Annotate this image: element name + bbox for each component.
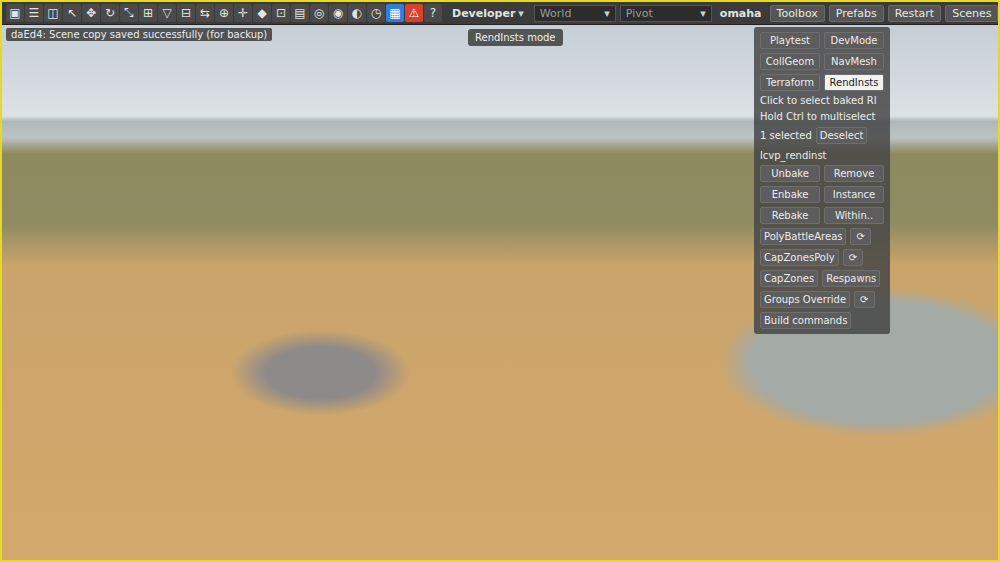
tool-button[interactable]: CapZonesPoly <box>760 249 839 266</box>
toolbar-icon[interactable]: ⚠ <box>405 4 423 22</box>
toolbar-icon[interactable]: ◷ <box>367 4 385 22</box>
toolbar-button[interactable]: Scenes <box>945 5 998 22</box>
ri-button[interactable]: Enbake <box>760 186 820 203</box>
mode-panel: PlaytestDevModeCollGeomNavMeshTerraformR… <box>754 27 890 334</box>
tool-button[interactable]: PolyBattleAreas <box>760 228 846 245</box>
toolbar-icon[interactable]: ? <box>424 4 442 22</box>
selection-count: 1 selected <box>760 130 812 141</box>
toolbar-icon[interactable]: ↖ <box>63 4 81 22</box>
coord-dropdown[interactable]: Pivot▾ <box>620 5 712 22</box>
ri-button[interactable]: Remove <box>824 165 884 182</box>
toolbar-icon[interactable]: ↻ <box>101 4 119 22</box>
toolbar-icon[interactable]: ⊟ <box>177 4 195 22</box>
deselect-button[interactable]: Deselect <box>816 127 868 144</box>
refresh-icon[interactable]: ⟳ <box>850 228 870 245</box>
editor-window: ▣☰◫↖✥↻⤡⊞▽⊟⇆⊕✛◆⊡▤◎◉◐◷▦⚠?Developer▾World▾P… <box>0 0 1000 562</box>
toolbar-icon[interactable]: ☰ <box>25 4 43 22</box>
ri-button[interactable]: Rebake <box>760 207 820 224</box>
coord-dropdown[interactable]: World▾ <box>534 5 616 22</box>
ri-button[interactable]: Within.. <box>824 207 884 224</box>
tool-button[interactable]: Respawns <box>822 270 880 287</box>
ri-button[interactable]: Instance <box>824 186 884 203</box>
toolbar-icon[interactable]: ⤡ <box>120 4 138 22</box>
toolbar-icons: ▣☰◫↖✥↻⤡⊞▽⊟⇆⊕✛◆⊡▤◎◉◐◷▦⚠? <box>6 4 442 22</box>
tool-button[interactable]: Build commands <box>760 312 851 329</box>
toolbar-icon[interactable]: ◎ <box>310 4 328 22</box>
mode-tooltip: RendInsts mode <box>468 29 563 46</box>
toolbar-button[interactable]: Toolbox <box>770 5 825 22</box>
toolbar-icon[interactable]: ⊕ <box>215 4 233 22</box>
toolbar-icon[interactable]: ▽ <box>158 4 176 22</box>
toolbar-icon[interactable]: ✥ <box>82 4 100 22</box>
refresh-icon[interactable]: ⟳ <box>854 291 874 308</box>
status-message: daEd4: Scene copy saved successfully (fo… <box>6 28 272 41</box>
toolbar-button[interactable]: Restart <box>888 5 942 22</box>
mode-button[interactable]: CollGeom <box>760 53 820 70</box>
toolbar-icon[interactable]: ◐ <box>348 4 366 22</box>
toolbar-icon[interactable]: ▦ <box>386 4 404 22</box>
toolbar-icon[interactable]: ◫ <box>44 4 62 22</box>
hint-text: Hold Ctrl to multiselect <box>760 111 884 123</box>
scene-viewport[interactable]: daEd4: Scene copy saved successfully (fo… <box>2 25 998 560</box>
toolbar-icon[interactable]: ✛ <box>234 4 252 22</box>
toolbar-icon[interactable]: ⊞ <box>139 4 157 22</box>
mode-button[interactable]: DevMode <box>824 32 884 49</box>
mode-button[interactable]: Terraform <box>760 74 820 91</box>
refresh-icon[interactable]: ⟳ <box>843 249 863 266</box>
tool-button[interactable]: Groups Override <box>760 291 850 308</box>
toolbar-icon[interactable]: ▣ <box>6 4 24 22</box>
mode-menu[interactable]: Developer▾ <box>446 7 530 20</box>
object-name: lcvp_rendinst <box>760 150 884 161</box>
scene-name: omaha <box>720 7 766 20</box>
mode-button[interactable]: RendInsts <box>824 74 884 91</box>
toolbar-icon[interactable]: ▤ <box>291 4 309 22</box>
toolbar-icon[interactable]: ◉ <box>329 4 347 22</box>
toolbar-icon[interactable]: ⊡ <box>272 4 290 22</box>
toolbar-icon[interactable]: ◆ <box>253 4 271 22</box>
mode-button[interactable]: NavMesh <box>824 53 884 70</box>
mode-button[interactable]: Playtest <box>760 32 820 49</box>
tool-button[interactable]: CapZones <box>760 270 818 287</box>
toolbar-button[interactable]: Prefabs <box>829 5 884 22</box>
ri-button[interactable]: Unbake <box>760 165 820 182</box>
toolbar: ▣☰◫↖✥↻⤡⊞▽⊟⇆⊕✛◆⊡▤◎◉◐◷▦⚠?Developer▾World▾P… <box>2 2 998 25</box>
toolbar-icon[interactable]: ⇆ <box>196 4 214 22</box>
hint-text: Click to select baked RI <box>760 95 884 107</box>
